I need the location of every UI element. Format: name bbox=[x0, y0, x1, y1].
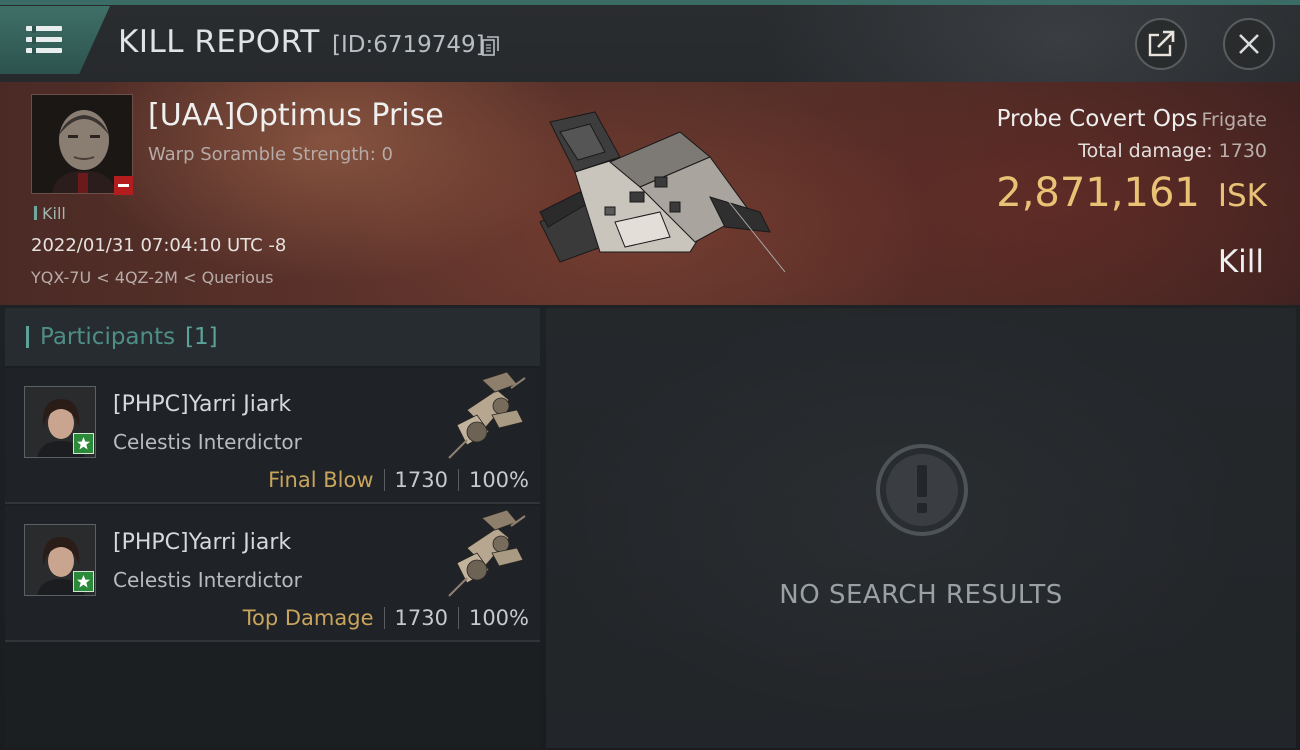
participant-damage: 1730 bbox=[394, 468, 448, 492]
participant-percent: 100% bbox=[468, 606, 529, 630]
participant-row[interactable]: [PHPC]Yarri Jiark Celestis Interdictor T… bbox=[5, 506, 540, 642]
participant-ship-image[interactable] bbox=[437, 508, 529, 600]
participant-ship: Celestis Interdictor bbox=[113, 568, 302, 592]
participant-role: Final Blow bbox=[268, 468, 374, 492]
top-bar: KILL REPORT [ID:6719749] bbox=[0, 0, 1300, 82]
participant-ship-image[interactable] bbox=[437, 370, 529, 462]
stat-divider bbox=[383, 469, 385, 491]
close-button[interactable] bbox=[1223, 18, 1275, 70]
isk-value-row: 2,871,161 ISK bbox=[996, 170, 1267, 216]
participants-header-bar bbox=[26, 326, 29, 348]
standing-badge bbox=[73, 433, 94, 454]
participant-row[interactable]: [PHPC]Yarri Jiark Celestis Interdictor F… bbox=[5, 368, 540, 504]
total-damage: Total damage: 1730 bbox=[1078, 140, 1267, 162]
participants-panel: Participants [1] [PHPC]Yarri Jiark Celes… bbox=[5, 308, 540, 748]
hamburger-menu-icon bbox=[26, 26, 62, 55]
participant-damage: 1730 bbox=[394, 606, 448, 630]
participants-title: Participants bbox=[40, 324, 176, 350]
victim-ship-type: Probe Covert Ops Frigate bbox=[997, 106, 1267, 132]
no-results-text: NO SEARCH RESULTS bbox=[779, 580, 1063, 610]
isk-unit: ISK bbox=[1217, 178, 1267, 214]
kill-label: Kill bbox=[1217, 244, 1264, 280]
participant-name[interactable]: [PHPC]Yarri Jiark bbox=[113, 392, 291, 417]
victim-name[interactable]: [UAA]Optimus Prise bbox=[148, 98, 444, 133]
stat-divider bbox=[457, 607, 459, 629]
results-panel: NO SEARCH RESULTS bbox=[546, 308, 1296, 748]
victim-ship-name[interactable]: Probe Covert Ops bbox=[997, 106, 1198, 132]
menu-button[interactable] bbox=[0, 6, 110, 74]
stat-divider bbox=[457, 469, 459, 491]
total-damage-label: Total damage: bbox=[1078, 140, 1213, 162]
total-damage-value: 1730 bbox=[1218, 140, 1267, 162]
close-icon bbox=[1239, 34, 1259, 54]
isk-value: 2,871,161 bbox=[996, 170, 1200, 216]
participant-stats: Final Blow 1730 100% bbox=[268, 468, 529, 492]
star-icon bbox=[77, 437, 90, 450]
page-title: KILL REPORT bbox=[118, 24, 320, 60]
kill-datetime: 2022/01/31 07:04:10 UTC -8 bbox=[31, 235, 287, 256]
stat-divider bbox=[383, 607, 385, 629]
participant-role: Top Damage bbox=[242, 606, 374, 630]
top-accent-line bbox=[0, 0, 1300, 5]
copy-icon[interactable] bbox=[482, 36, 499, 56]
star-icon bbox=[77, 575, 90, 588]
share-export-icon bbox=[1148, 30, 1175, 57]
participant-percent: 100% bbox=[468, 468, 529, 492]
standing-badge bbox=[73, 571, 94, 592]
security-status-badge bbox=[114, 176, 133, 195]
victim-ship-class: Frigate bbox=[1201, 109, 1267, 131]
exclamation-icon bbox=[876, 444, 968, 536]
warp-scramble-strength: Warp Soramble Strength: 0 bbox=[148, 144, 393, 165]
kill-location[interactable]: YQX-7U < 4QZ-2M < Querious bbox=[31, 268, 273, 287]
participants-header: Participants [1] bbox=[5, 308, 540, 366]
participants-count: [1] bbox=[185, 324, 218, 350]
victim-panel: [UAA]Optimus Prise Warp Soramble Strengt… bbox=[0, 82, 1300, 305]
kill-tag: Kill bbox=[34, 204, 66, 223]
participant-stats: Top Damage 1730 100% bbox=[243, 606, 529, 630]
participant-name[interactable]: [PHPC]Yarri Jiark bbox=[113, 530, 291, 555]
participant-ship: Celestis Interdictor bbox=[113, 430, 302, 454]
kill-id: [ID:6719749] bbox=[332, 32, 485, 58]
share-button[interactable] bbox=[1135, 18, 1187, 70]
victim-ship-image[interactable] bbox=[520, 102, 790, 282]
